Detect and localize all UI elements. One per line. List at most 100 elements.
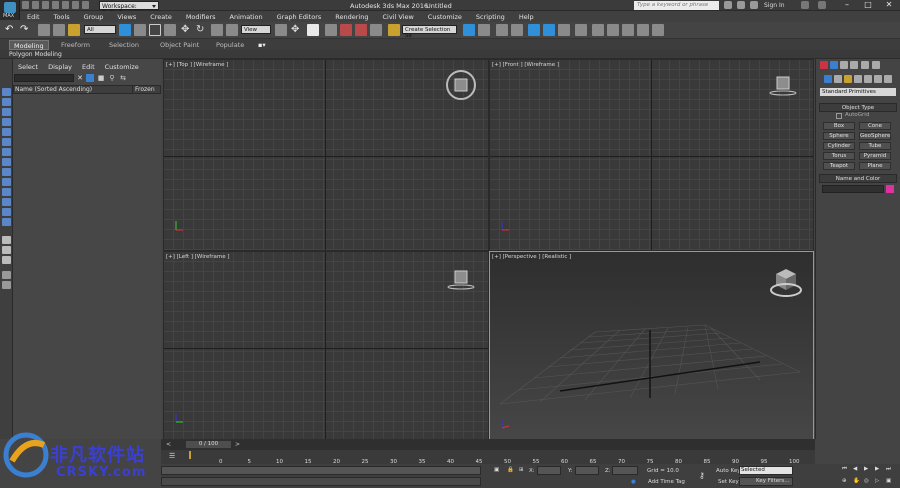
z-coordinate-field[interactable] <box>612 466 638 475</box>
project-folder-icon[interactable] <box>72 1 79 9</box>
utilities-tab-icon[interactable] <box>872 61 880 69</box>
scene-menu-customize[interactable]: Customize <box>100 63 144 71</box>
manipulate-icon[interactable]: ✥ <box>291 24 303 36</box>
user-icon[interactable] <box>750 1 758 9</box>
save-file-icon[interactable] <box>42 1 49 9</box>
geometry-icon[interactable] <box>824 75 832 83</box>
display-shapes-icon[interactable] <box>2 118 11 126</box>
helpers-icon[interactable] <box>864 75 872 83</box>
orbit-icon[interactable]: ◎ <box>864 478 869 484</box>
next-frame-icon[interactable]: ▶ <box>875 466 879 472</box>
menu-create[interactable]: Create <box>143 11 179 22</box>
sphere-button[interactable]: Sphere <box>823 132 855 140</box>
play-icon[interactable]: ▶ <box>864 466 868 472</box>
angle-snap-icon[interactable] <box>340 24 352 36</box>
display-space-warps-icon[interactable] <box>2 158 11 166</box>
select-icon[interactable] <box>86 74 94 82</box>
viewport-top[interactable]: [+] [Top ] [Wireframe ] <box>163 59 489 251</box>
time-tag-icon[interactable]: ● <box>631 479 636 485</box>
clear-filter-icon[interactable]: ✕ <box>76 74 84 82</box>
prev-frame-icon[interactable]: ◀ <box>853 466 857 472</box>
sign-in-link[interactable]: Sign In <box>764 2 785 9</box>
render-in-cloud-icon[interactable] <box>637 24 649 36</box>
display-hidden-icon[interactable] <box>2 218 11 226</box>
menu-customize[interactable]: Customize <box>421 11 469 22</box>
track-bar[interactable]: ☰ 0 5 10 15 20 25 30 35 40 45 50 55 60 65 70 75 80 85 90 95… <box>161 450 815 465</box>
object-color-swatch[interactable] <box>886 185 894 193</box>
goto-start-icon[interactable]: ⏮ <box>842 466 847 473</box>
display-tab-icon[interactable] <box>861 61 869 69</box>
display-bones-icon[interactable] <box>2 188 11 196</box>
geosphere-button[interactable]: GeoSphere <box>859 132 891 140</box>
systems-icon[interactable] <box>884 75 892 83</box>
mirror-icon[interactable] <box>463 24 475 36</box>
display-cameras-icon[interactable] <box>2 138 11 146</box>
cone-button[interactable]: Cone <box>859 122 891 130</box>
cylinder-button[interactable]: Cylinder <box>823 142 855 150</box>
menu-views[interactable]: Views <box>110 11 143 22</box>
undo-icon[interactable] <box>52 1 59 9</box>
create-tab-icon[interactable] <box>820 61 828 69</box>
select-and-rotate-icon[interactable]: ↻ <box>196 24 208 36</box>
new-scene-icon[interactable] <box>22 1 29 9</box>
pivot-center-icon[interactable] <box>275 24 287 36</box>
box-button[interactable]: Box <box>823 122 855 130</box>
select-by-name-icon[interactable] <box>134 24 146 36</box>
align-icon[interactable] <box>478 24 490 36</box>
select-and-link-icon[interactable] <box>38 24 50 36</box>
viewcube-perspective[interactable] <box>768 266 804 300</box>
display-frozen-icon[interactable] <box>2 208 11 216</box>
viewport-front[interactable]: [+] [Front ] [Wireframe ] <box>489 59 814 251</box>
reference-coordinate-dropdown[interactable]: View <box>241 25 271 34</box>
menu-group[interactable]: Group <box>77 11 111 22</box>
display-dependents-icon[interactable] <box>2 256 11 264</box>
redo-icon[interactable] <box>62 1 69 9</box>
search-input[interactable]: Type a keyword or phrase <box>634 1 719 10</box>
keyboard-shortcut-override-icon[interactable] <box>307 24 319 36</box>
viewport-left-label[interactable]: [+] [Left ] [Wireframe ] <box>166 254 230 260</box>
display-children-icon[interactable] <box>2 236 11 244</box>
viewport-top-label[interactable]: [+] [Top ] [Wireframe ] <box>166 62 228 68</box>
minimize-button[interactable]: – <box>840 0 854 10</box>
display-containers-icon[interactable] <box>2 198 11 206</box>
field-of-view-icon[interactable]: ▷ <box>875 478 879 484</box>
scene-search-input[interactable] <box>14 74 74 82</box>
select-object-icon[interactable] <box>119 24 131 36</box>
graphite-ribbon-icon[interactable] <box>511 24 523 36</box>
display-xrefs-icon[interactable] <box>2 178 11 186</box>
display-influences-icon[interactable] <box>2 246 11 254</box>
viewport-perspective[interactable]: [+] [Perspective ] [Realistic ] <box>489 251 814 444</box>
tube-button[interactable]: Tube <box>859 142 891 150</box>
undo-icon[interactable]: ↶ <box>5 24 17 36</box>
selection-lock-icon[interactable]: 🔒 <box>507 467 514 473</box>
schematic-view-icon[interactable] <box>543 24 555 36</box>
tab-object-paint[interactable]: Object Paint <box>156 40 203 50</box>
menu-scripting[interactable]: Scripting <box>469 11 512 22</box>
zoom-icon[interactable]: ⊕ <box>842 478 847 484</box>
menu-modifiers[interactable]: Modifiers <box>179 11 223 22</box>
key-set-dropdown[interactable]: Selected <box>739 466 793 475</box>
display-lights-icon[interactable] <box>2 128 11 136</box>
open-file-icon[interactable] <box>32 1 39 9</box>
menu-edit[interactable]: Edit <box>20 11 47 22</box>
motion-tab-icon[interactable] <box>850 61 858 69</box>
rectangular-selection-icon[interactable] <box>149 24 161 36</box>
x-coordinate-field[interactable] <box>537 466 561 475</box>
percent-snap-icon[interactable] <box>355 24 367 36</box>
key-mode-icon[interactable]: ⚷ <box>699 471 705 480</box>
a360-gallery-icon[interactable] <box>652 24 664 36</box>
exchange-icon[interactable] <box>801 1 809 9</box>
slider-next-icon[interactable]: > <box>235 441 240 448</box>
space-warps-icon[interactable] <box>874 75 882 83</box>
display-all-icon[interactable] <box>2 98 11 106</box>
menu-animation[interactable]: Animation <box>223 11 270 22</box>
link-icon[interactable]: ⚲ <box>108 74 116 82</box>
place-icon[interactable] <box>226 24 238 36</box>
scene-object-list[interactable] <box>13 94 161 439</box>
menu-civil-view[interactable]: Civil View <box>375 11 420 22</box>
teapot-button[interactable]: Teapot <box>823 162 855 170</box>
snaps-toggle-icon[interactable] <box>325 24 337 36</box>
curve-editor-icon[interactable] <box>528 24 540 36</box>
quick-access-dropdown-icon[interactable] <box>82 1 89 9</box>
tab-selection[interactable]: Selection <box>105 40 143 50</box>
